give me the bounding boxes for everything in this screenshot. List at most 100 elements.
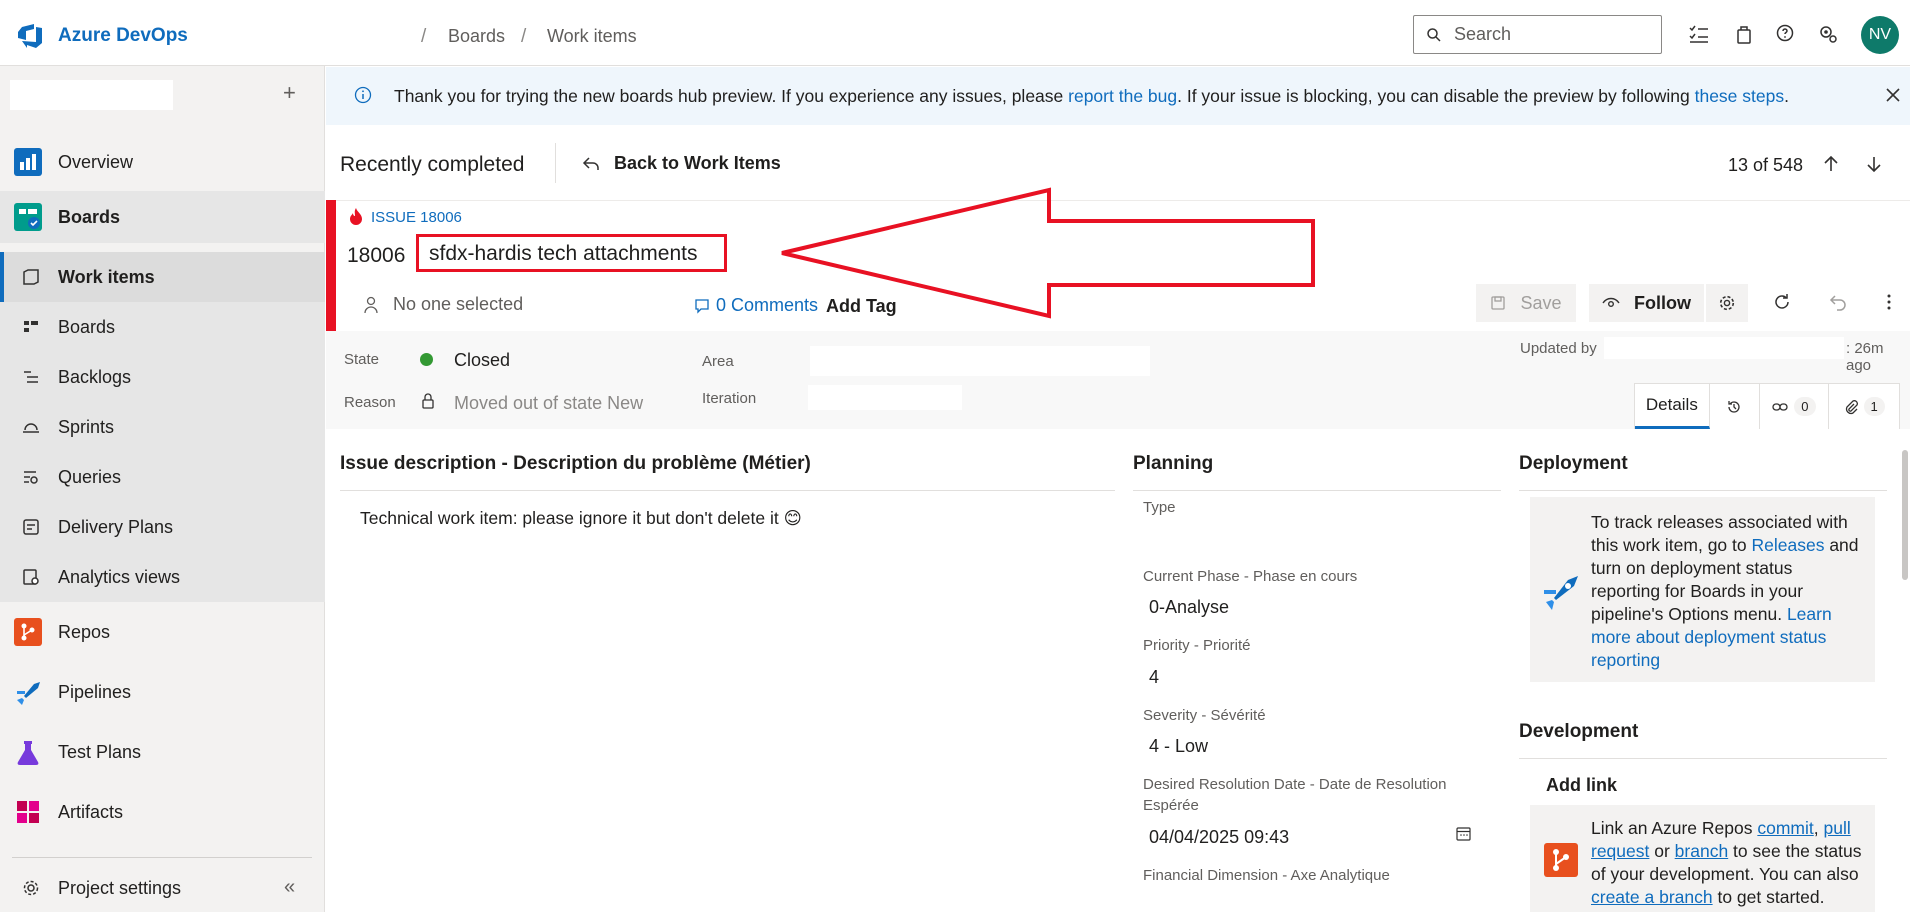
assignee-label: No one selected bbox=[393, 294, 524, 314]
sidebar-item-work-items[interactable]: Work items bbox=[0, 252, 325, 302]
artifacts-icon bbox=[14, 798, 42, 826]
work-item-title: sfdx-hardis tech attachments bbox=[429, 242, 698, 265]
sidebar-item-boards-sub[interactable]: Boards bbox=[0, 302, 325, 352]
sidebar-item-label: Artifacts bbox=[58, 801, 124, 822]
updated-by-label: Updated by bbox=[1520, 340, 1597, 357]
releases-link[interactable]: Releases bbox=[1751, 535, 1824, 555]
shopping-bag-icon[interactable] bbox=[1736, 24, 1752, 44]
page-title: Recently completed bbox=[340, 153, 525, 176]
updated-time: : 26m ago bbox=[1846, 340, 1884, 374]
sidebar-item-delivery-plans[interactable]: Delivery Plans bbox=[0, 502, 325, 552]
pipelines-icon bbox=[14, 678, 42, 706]
sidebar-item-repos[interactable]: Repos bbox=[0, 607, 325, 657]
description-text[interactable]: Technical work item: please ignore it bu… bbox=[360, 508, 802, 529]
assignee-picker[interactable]: No one selected bbox=[363, 294, 523, 315]
project-selector[interactable] bbox=[10, 80, 173, 110]
comments-count: 0 Comments bbox=[716, 295, 819, 315]
tab-attachments[interactable]: 1 bbox=[1829, 384, 1899, 429]
sidebar-item-test-plans[interactable]: Test Plans bbox=[0, 727, 325, 777]
task-list-icon[interactable] bbox=[1688, 24, 1710, 44]
current-phase-value[interactable]: 0-Analyse bbox=[1149, 597, 1229, 618]
add-link-button[interactable]: Add link bbox=[1546, 775, 1617, 796]
sidebar-item-pipelines[interactable]: Pipelines bbox=[0, 667, 325, 717]
info-icon bbox=[354, 86, 372, 104]
sidebar-item-queries[interactable]: Queries bbox=[0, 452, 325, 502]
sidebar-item-label: Repos bbox=[58, 621, 111, 642]
scrollbar-thumb[interactable] bbox=[1902, 450, 1908, 580]
save-button[interactable]: Save bbox=[1476, 284, 1576, 322]
azure-devops-logo-icon bbox=[16, 22, 44, 50]
settings-button[interactable] bbox=[1706, 284, 1748, 322]
work-item-type[interactable]: ISSUE 18006 bbox=[371, 209, 462, 226]
gear-icon bbox=[1718, 294, 1736, 312]
more-actions-icon[interactable] bbox=[1886, 293, 1892, 311]
iteration-field[interactable] bbox=[808, 385, 962, 410]
these-steps-link[interactable]: these steps bbox=[1695, 86, 1785, 106]
brand[interactable]: Azure DevOps bbox=[16, 22, 188, 50]
sidebar-item-analytics-views[interactable]: Analytics views bbox=[0, 552, 325, 602]
search-input[interactable]: Search bbox=[1413, 15, 1662, 54]
add-icon[interactable]: + bbox=[283, 80, 296, 106]
divider bbox=[1519, 490, 1887, 491]
calendar-icon[interactable] bbox=[1456, 826, 1471, 841]
deployment-title: Deployment bbox=[1519, 453, 1628, 474]
state-value[interactable]: Closed bbox=[454, 350, 510, 371]
sidebar-item-label: Delivery Plans bbox=[58, 516, 174, 537]
breadcrumb-boards[interactable]: Boards bbox=[448, 26, 505, 47]
development-text-part: Link an Azure Repos bbox=[1591, 818, 1758, 838]
arrow-down-icon[interactable] bbox=[1866, 155, 1882, 173]
help-icon[interactable] bbox=[1776, 24, 1794, 42]
financial-dimension-label: Financial Dimension - Axe Analytique bbox=[1143, 867, 1390, 884]
sidebar-item-artifacts[interactable]: Artifacts bbox=[0, 787, 325, 837]
selected-indicator bbox=[0, 252, 4, 302]
arrow-up-icon[interactable] bbox=[1823, 155, 1839, 173]
priority-value[interactable]: 4 bbox=[1149, 667, 1159, 688]
follow-button[interactable]: Follow bbox=[1589, 284, 1704, 322]
severity-value[interactable]: 4 - Low bbox=[1149, 736, 1208, 757]
tab-links[interactable]: 0 bbox=[1760, 384, 1830, 429]
sidebar-item-overview[interactable]: Overview bbox=[0, 137, 325, 187]
deployment-text: To track releases associated with this w… bbox=[1591, 511, 1866, 672]
comments-link[interactable]: 0 Comments bbox=[694, 295, 818, 316]
close-icon[interactable] bbox=[1884, 86, 1902, 104]
item-counter: 13 of 548 bbox=[1728, 155, 1804, 175]
sidebar-item-project-settings[interactable]: Project settings « bbox=[0, 863, 325, 912]
area-field[interactable] bbox=[810, 346, 1150, 376]
paperclip-icon bbox=[1844, 399, 1858, 415]
tab-history[interactable] bbox=[1710, 384, 1760, 429]
sidebar-item-sprints[interactable]: Sprints bbox=[0, 402, 325, 452]
follow-label: Follow bbox=[1634, 292, 1691, 313]
eye-icon bbox=[1602, 297, 1620, 309]
add-tag-button[interactable]: Add Tag bbox=[826, 296, 897, 317]
tab-details[interactable]: Details bbox=[1635, 384, 1710, 429]
work-items-icon bbox=[22, 268, 40, 286]
top-bar: Azure DevOps / Boards / Work items Searc… bbox=[0, 0, 1910, 66]
state-label: State bbox=[344, 351, 380, 368]
report-bug-link[interactable]: report the bug bbox=[1068, 86, 1177, 106]
sidebar-item-label: Sprints bbox=[58, 416, 115, 437]
refresh-icon[interactable] bbox=[1773, 293, 1791, 311]
analytics-icon bbox=[22, 568, 40, 586]
collapse-sidebar-icon[interactable]: « bbox=[284, 876, 295, 899]
create-branch-link[interactable]: create a branch bbox=[1591, 887, 1713, 907]
user-settings-icon[interactable] bbox=[1818, 24, 1838, 44]
description-title: Issue description - Description du probl… bbox=[340, 453, 811, 474]
avatar[interactable]: NV bbox=[1861, 16, 1899, 54]
resolution-date-value[interactable]: 04/04/2025 09:43 bbox=[1149, 827, 1289, 848]
breadcrumb-work-items[interactable]: Work items bbox=[547, 26, 637, 47]
breadcrumb-separator: / bbox=[521, 26, 527, 47]
commit-link[interactable]: commit bbox=[1757, 818, 1813, 838]
back-to-work-items-button[interactable]: Back to Work Items bbox=[582, 153, 781, 174]
sidebar-item-backlogs[interactable]: Backlogs bbox=[0, 352, 325, 402]
gear-icon bbox=[22, 879, 40, 897]
resolution-date-label: Desired Resolution Date - Date de Resolu… bbox=[1143, 776, 1447, 793]
work-item-title-field[interactable]: sfdx-hardis tech attachments bbox=[416, 234, 727, 272]
divider bbox=[1133, 490, 1501, 491]
resolution-date-label-cont: Espérée bbox=[1143, 797, 1199, 814]
avatar-initials: NV bbox=[1868, 26, 1892, 43]
links-count: 0 bbox=[1794, 397, 1816, 416]
severity-label: Severity - Sévérité bbox=[1143, 707, 1266, 724]
undo-icon[interactable] bbox=[1829, 293, 1847, 311]
sidebar-item-boards[interactable]: Boards bbox=[0, 191, 325, 243]
branch-link[interactable]: branch bbox=[1675, 841, 1729, 861]
